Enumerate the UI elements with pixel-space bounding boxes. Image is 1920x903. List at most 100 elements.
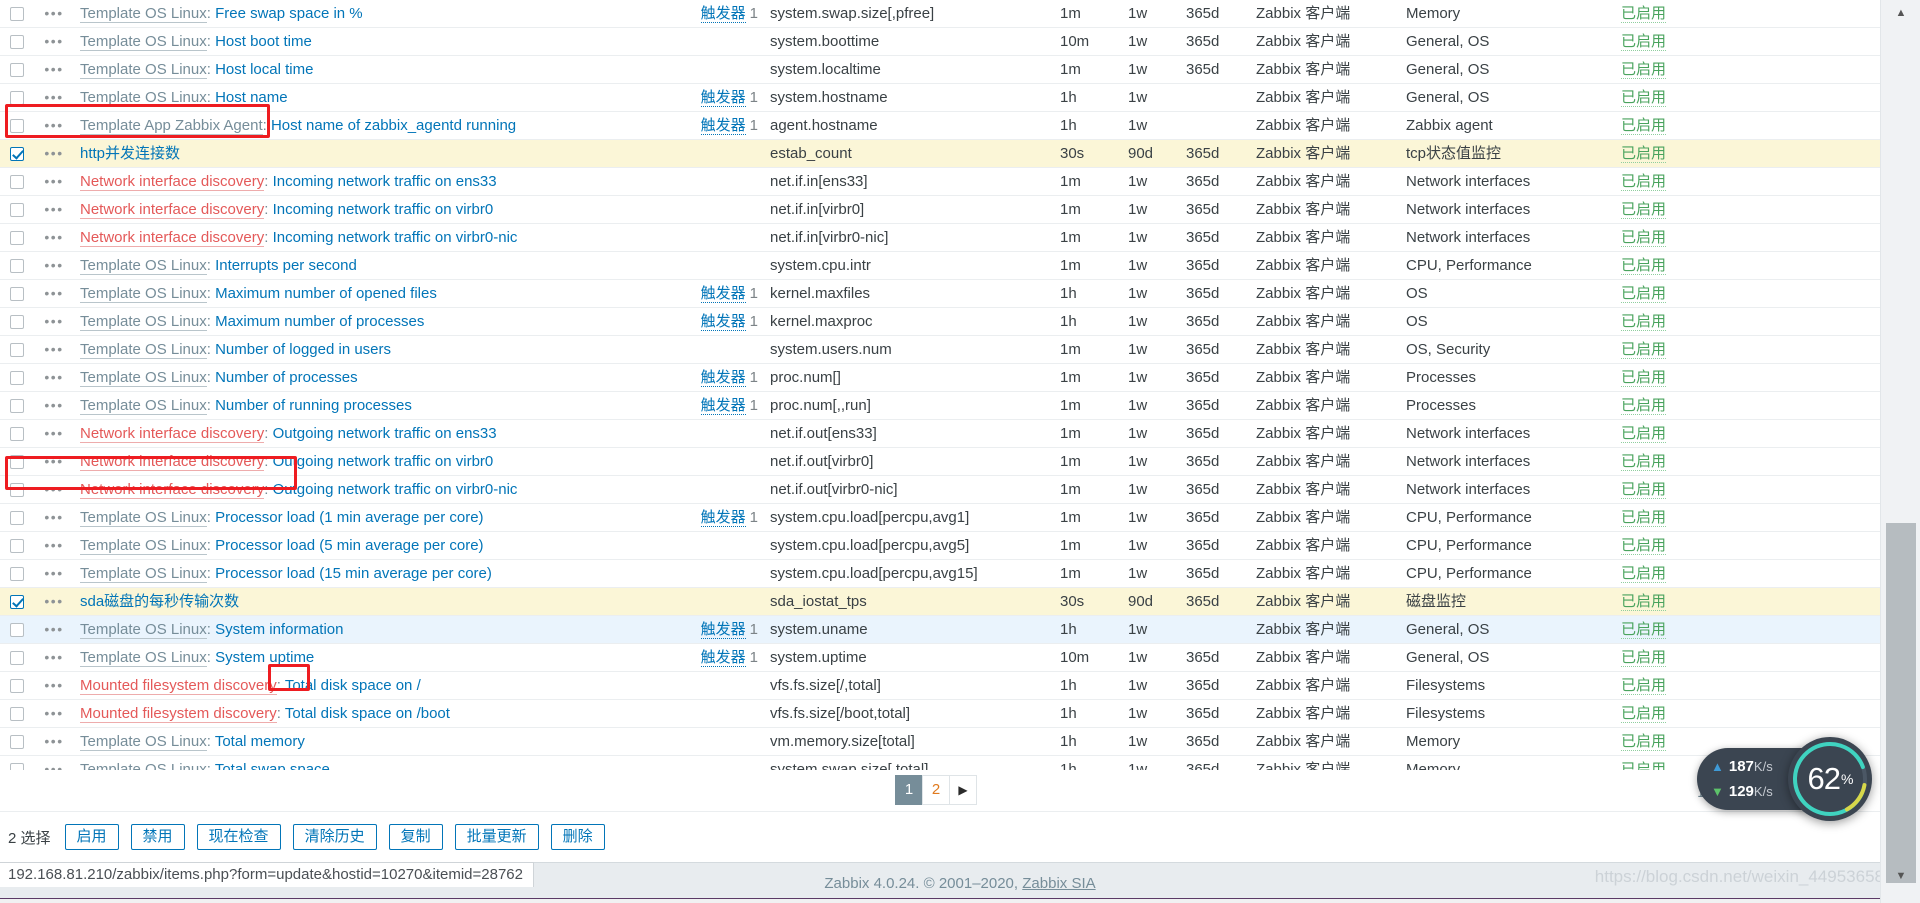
page-scrollbar[interactable]: ▲ ▼ xyxy=(1880,0,1920,903)
row-checkbox-cell[interactable] xyxy=(0,447,34,476)
context-menu-icon[interactable]: ••• xyxy=(44,677,63,693)
source-template-link[interactable]: Template OS Linux xyxy=(80,565,207,583)
triggers-link[interactable]: 触发器 xyxy=(700,285,746,303)
status-badge[interactable]: 已启用 xyxy=(1621,61,1667,79)
row-checkbox-cell[interactable] xyxy=(0,0,34,28)
context-menu-icon[interactable]: ••• xyxy=(44,453,63,469)
row-checkbox-cell[interactable] xyxy=(0,503,34,532)
context-menu-icon[interactable]: ••• xyxy=(44,33,63,49)
row-checkbox[interactable] xyxy=(10,203,24,218)
row-menu-cell[interactable]: ••• xyxy=(34,587,74,616)
row-menu-cell[interactable]: ••• xyxy=(34,279,74,308)
row-checkbox-cell[interactable] xyxy=(0,139,34,168)
row-checkbox[interactable] xyxy=(10,231,24,246)
check-now-button[interactable]: 现在检查 xyxy=(196,824,281,850)
row-checkbox-cell[interactable] xyxy=(0,307,34,336)
page-button-1[interactable]: 1 xyxy=(895,775,923,805)
row-menu-cell[interactable]: ••• xyxy=(34,503,74,532)
status-badge[interactable]: 已启用 xyxy=(1621,201,1667,219)
table-row[interactable]: ••• Template OS Linux: Maximum number of … xyxy=(0,307,1880,336)
item-name-link[interactable]: Processor load (1 min average per core) xyxy=(215,509,483,526)
row-menu-cell[interactable]: ••• xyxy=(34,475,74,504)
row-menu-cell[interactable]: ••• xyxy=(34,391,74,420)
status-badge[interactable]: 已启用 xyxy=(1621,89,1667,107)
row-checkbox[interactable] xyxy=(10,539,24,554)
table-row[interactable]: ••• Template OS Linux: System uptime 触发器 1 s… xyxy=(0,643,1880,672)
row-checkbox-cell[interactable] xyxy=(0,195,34,224)
context-menu-icon[interactable]: ••• xyxy=(44,537,63,553)
source-template-link[interactable]: Network interface discovery xyxy=(80,481,265,499)
table-row[interactable]: ••• Template OS Linux: Interrupts per sec… xyxy=(0,251,1880,280)
row-menu-cell[interactable]: ••• xyxy=(34,699,74,728)
triggers-link[interactable]: 触发器 xyxy=(700,117,746,135)
source-template-link[interactable]: Template OS Linux xyxy=(80,341,207,359)
row-checkbox[interactable] xyxy=(10,707,24,722)
row-menu-cell[interactable]: ••• xyxy=(34,83,74,112)
triggers-link[interactable]: 触发器 xyxy=(700,313,746,331)
context-menu-icon[interactable]: ••• xyxy=(44,593,63,609)
status-badge[interactable]: 已启用 xyxy=(1621,229,1667,247)
row-checkbox[interactable] xyxy=(10,735,24,750)
status-cell[interactable]: 已启用 xyxy=(1615,223,1735,252)
source-template-link[interactable]: Template OS Linux xyxy=(80,369,207,387)
table-row[interactable]: ••• Network interface discovery: Incoming… xyxy=(0,195,1880,224)
row-checkbox[interactable] xyxy=(10,623,24,638)
table-row[interactable]: ••• Mounted filesystem discovery: Total d… xyxy=(0,699,1880,728)
context-menu-icon[interactable]: ••• xyxy=(44,313,63,329)
status-badge[interactable]: 已启用 xyxy=(1621,117,1667,135)
row-checkbox[interactable] xyxy=(10,511,24,526)
context-menu-icon[interactable]: ••• xyxy=(44,733,63,749)
context-menu-icon[interactable]: ••• xyxy=(44,621,63,637)
row-checkbox[interactable] xyxy=(10,483,24,498)
delete-button[interactable]: 删除 xyxy=(550,824,605,850)
row-checkbox-cell[interactable] xyxy=(0,55,34,84)
triggers-link[interactable]: 触发器 xyxy=(700,621,746,639)
status-cell[interactable]: 已启用 xyxy=(1615,167,1735,196)
status-cell[interactable]: 已启用 xyxy=(1615,391,1735,420)
row-checkbox[interactable] xyxy=(10,399,24,414)
source-template-link[interactable]: Mounted filesystem discovery xyxy=(80,677,277,695)
source-template-link[interactable]: Template OS Linux xyxy=(80,509,207,527)
row-menu-cell[interactable]: ••• xyxy=(34,559,74,588)
context-menu-icon[interactable]: ••• xyxy=(44,285,63,301)
next-page-arrow-icon[interactable]: ▶ xyxy=(949,775,977,805)
table-row[interactable]: ••• Network interface discovery: Outgoing… xyxy=(0,419,1880,448)
status-badge[interactable]: 已启用 xyxy=(1621,733,1667,751)
table-row[interactable]: ••• Template OS Linux: Free swap space in… xyxy=(0,0,1880,28)
status-cell[interactable]: 已启用 xyxy=(1615,643,1735,672)
triggers-link[interactable]: 触发器 xyxy=(700,5,746,23)
row-checkbox[interactable] xyxy=(10,679,24,694)
source-template-link[interactable]: Template OS Linux xyxy=(80,257,207,275)
item-name-link[interactable]: Outgoing network traffic on ens33 xyxy=(273,425,497,442)
status-badge[interactable]: 已启用 xyxy=(1621,33,1667,51)
row-checkbox-cell[interactable] xyxy=(0,699,34,728)
footer-link-zabbix-sia[interactable]: Zabbix SIA xyxy=(1022,875,1095,892)
source-template-link[interactable]: Template OS Linux xyxy=(80,61,207,79)
source-template-link[interactable]: Template OS Linux xyxy=(80,397,207,415)
context-menu-icon[interactable]: ••• xyxy=(44,173,63,189)
context-menu-icon[interactable]: ••• xyxy=(44,565,63,581)
scrollbar-thumb[interactable] xyxy=(1886,523,1916,883)
context-menu-icon[interactable]: ••• xyxy=(44,397,63,413)
row-checkbox[interactable] xyxy=(10,259,24,274)
row-checkbox-cell[interactable] xyxy=(0,27,34,56)
item-name-link[interactable]: Incoming network traffic on ens33 xyxy=(273,173,497,190)
source-template-link[interactable]: Network interface discovery xyxy=(80,229,265,247)
row-checkbox-cell[interactable] xyxy=(0,419,34,448)
cpu-usage-gauge[interactable]: 62% xyxy=(1788,737,1872,821)
context-menu-icon[interactable]: ••• xyxy=(44,425,63,441)
table-row[interactable]: ••• sda磁盘的每秒传输次数 sda_iostat_tps 30s 90d 365d Z… xyxy=(0,587,1880,616)
status-cell[interactable]: 已启用 xyxy=(1615,587,1735,616)
triggers-link[interactable]: 触发器 xyxy=(700,369,746,387)
row-menu-cell[interactable]: ••• xyxy=(34,111,74,140)
page-button-2[interactable]: 2 xyxy=(922,775,950,805)
source-template-link[interactable]: Template App Zabbix Agent xyxy=(80,117,263,135)
source-template-link[interactable]: Template OS Linux xyxy=(80,313,207,331)
mass-update-button[interactable]: 批量更新 xyxy=(454,824,539,850)
row-checkbox[interactable] xyxy=(10,147,24,162)
context-menu-icon[interactable]: ••• xyxy=(44,705,63,721)
status-badge[interactable]: 已启用 xyxy=(1621,257,1667,275)
status-cell[interactable]: 已启用 xyxy=(1615,475,1735,504)
context-menu-icon[interactable]: ••• xyxy=(44,509,63,525)
status-badge[interactable]: 已启用 xyxy=(1621,509,1667,527)
